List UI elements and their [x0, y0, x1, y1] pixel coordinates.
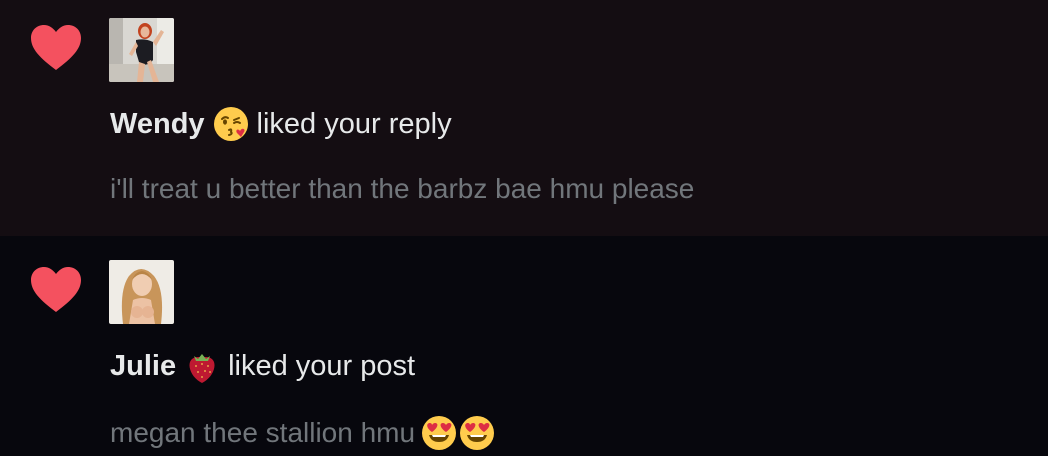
- heart-eyes-emoji: [459, 415, 495, 451]
- notification-item[interactable]: Wendy liked your reply i'll treat u bett…: [0, 0, 1048, 236]
- post-snippet[interactable]: i'll treat u better than the barbz bae h…: [110, 173, 694, 205]
- kissing-face-emoji: [213, 106, 249, 142]
- notification-item[interactable]: Julie liked your post megan thee stallio…: [0, 236, 1048, 456]
- notification-action: liked your reply: [256, 107, 452, 140]
- user-name[interactable]: Wendy: [110, 108, 205, 141]
- notifications-feed: Wendy liked your reply i'll treat u bett…: [0, 0, 1048, 456]
- notification-headline: Wendy liked your reply: [110, 106, 452, 142]
- strawberry-emoji: [184, 348, 220, 384]
- heart-icon: [30, 24, 82, 72]
- post-snippet-text: megan thee stallion hmu: [110, 417, 416, 448]
- notification-action: liked your post: [228, 349, 416, 382]
- notification-headline: Julie liked your post: [110, 348, 415, 384]
- avatar[interactable]: [109, 260, 174, 324]
- heart-icon: [30, 266, 82, 314]
- avatar[interactable]: [109, 18, 174, 82]
- post-snippet-text: i'll treat u better than the barbz bae h…: [110, 173, 695, 204]
- heart-eyes-emoji: [421, 415, 457, 451]
- user-name[interactable]: Julie: [110, 350, 176, 383]
- post-snippet[interactable]: megan thee stallion hmu: [110, 415, 495, 451]
